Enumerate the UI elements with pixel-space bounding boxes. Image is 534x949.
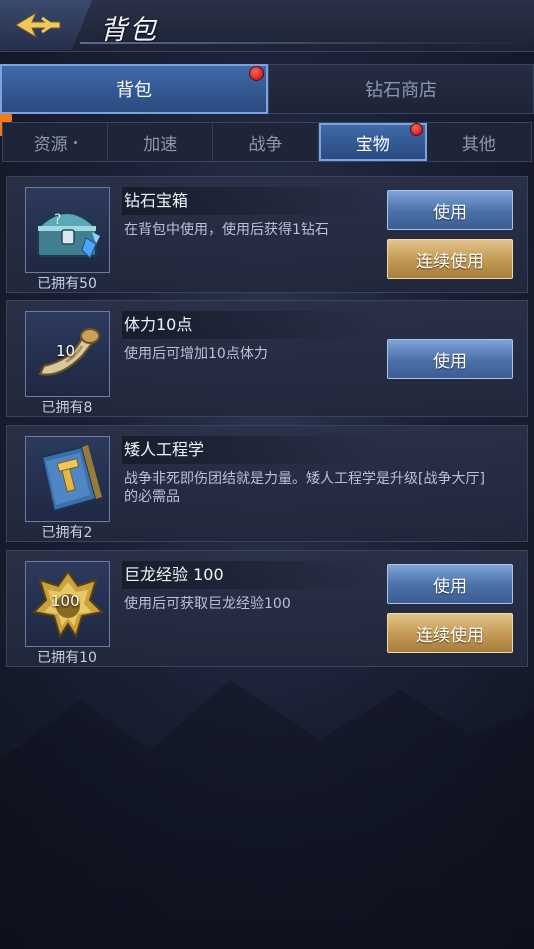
owned-count: 已拥有10 xyxy=(37,650,97,666)
treasure-chest-icon: ? xyxy=(35,212,100,259)
notification-badge xyxy=(249,66,264,81)
item-card: 100 已拥有10 巨龙经验 100 使用后可获取巨龙经验100 使用 连续使用 xyxy=(6,550,528,667)
item-icon-frame: 100 xyxy=(25,561,110,647)
item-name: 巨龙经验 100 xyxy=(122,561,382,589)
subtab-other-label: 其他 xyxy=(461,134,496,155)
book-icon xyxy=(40,445,102,513)
item-icon-frame xyxy=(25,436,110,522)
subtab-speedup-label: 加速 xyxy=(143,134,178,155)
header-divider xyxy=(80,42,534,44)
separator-dot xyxy=(73,140,77,144)
sub-tab-bar: 资源 加速 战争 宝物 其他 xyxy=(2,122,532,162)
subtab-resources-label: 资源 xyxy=(33,134,68,155)
tab-backpack-label: 背包 xyxy=(116,80,152,101)
top-header: 背包 xyxy=(0,0,534,52)
subtab-resources[interactable]: 资源 xyxy=(3,123,109,161)
back-arrow-icon xyxy=(15,11,61,39)
owned-count: 已拥有8 xyxy=(41,400,93,416)
subtab-treasure-label: 宝物 xyxy=(355,134,390,155)
item-icon-frame: ? xyxy=(25,187,110,273)
tab-backpack[interactable]: 背包 xyxy=(0,64,268,114)
item-name: 体力10点 xyxy=(122,311,382,339)
item-name: 钻石宝箱 xyxy=(122,187,382,215)
mountain-silhouette xyxy=(0,680,534,949)
item-name: 矮人工程学 xyxy=(122,436,382,464)
continuous-use-button[interactable]: 连续使用 xyxy=(387,239,513,279)
back-button[interactable] xyxy=(0,0,92,50)
item-card: ? 已拥有50 钻石宝箱 在背包中使用，使用后获得1钻石 使用 连续使用 xyxy=(6,176,528,293)
icon-number: 100 xyxy=(51,592,80,610)
subtab-treasure[interactable]: 宝物 xyxy=(318,123,427,161)
subtab-speedup[interactable]: 加速 xyxy=(108,123,214,161)
tab-diamond-shop-label: 钻石商店 xyxy=(365,80,437,101)
continuous-use-button[interactable]: 连续使用 xyxy=(387,613,513,653)
item-description: 战争非死即伤团结就是力量。矮人工程学是升级[战争大厅]的必需品 xyxy=(124,471,485,505)
svg-text:?: ? xyxy=(54,212,61,228)
subtab-other[interactable]: 其他 xyxy=(427,123,531,161)
subtab-war[interactable]: 战争 xyxy=(213,123,319,161)
tab-diamond-shop[interactable]: 钻石商店 xyxy=(268,64,534,114)
use-button[interactable]: 使用 xyxy=(387,564,513,604)
item-card: 10 已拥有8 体力10点 使用后可增加10点体力 使用 xyxy=(6,300,528,417)
icon-number: 10 xyxy=(56,342,76,360)
subtab-war-label: 战争 xyxy=(248,134,283,155)
main-tab-bar: 背包 钻石商店 xyxy=(0,64,534,114)
use-button[interactable]: 使用 xyxy=(387,190,513,230)
item-card: 已拥有2 矮人工程学 战争非死即伤团结就是力量。矮人工程学是升级[战争大厅]的必… xyxy=(6,425,528,542)
item-icon-frame: 10 xyxy=(25,311,110,397)
owned-count: 已拥有2 xyxy=(41,525,93,541)
owned-count: 已拥有50 xyxy=(37,276,97,292)
use-button[interactable]: 使用 xyxy=(387,339,513,379)
notification-badge xyxy=(409,123,423,136)
